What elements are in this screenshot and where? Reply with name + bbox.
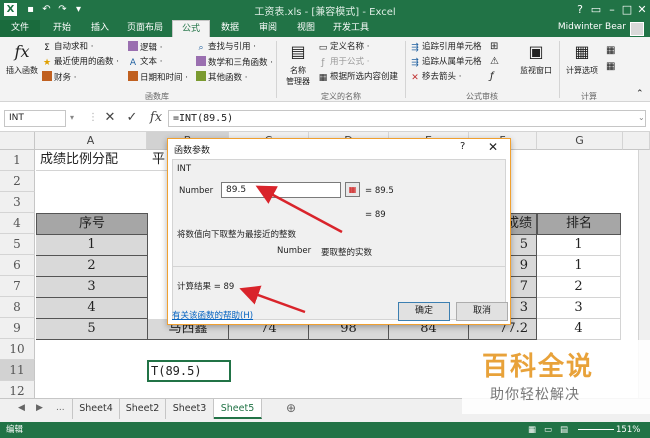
more-sheets-button[interactable]: ... — [56, 403, 65, 413]
page-layout-view-icon[interactable]: ▭ — [544, 422, 552, 438]
tab-sheet2[interactable]: Sheet2 — [120, 399, 166, 419]
zoom-level[interactable]: 151% — [616, 422, 640, 438]
annotation-arrow-input — [255, 185, 343, 234]
page-break-view-icon[interactable]: ▤ — [560, 422, 568, 438]
watermark-logo: 百科全说 助你轻松解决 — [462, 340, 650, 414]
zoom-slider[interactable] — [578, 429, 614, 430]
status-mode: 编辑 — [6, 425, 24, 435]
add-sheet-icon[interactable]: ⊕ — [286, 401, 296, 415]
scroll-tabs-left-icon[interactable]: ◀ — [18, 403, 25, 413]
tab-sheet4[interactable]: Sheet4 — [72, 399, 120, 419]
normal-view-icon[interactable]: ▦ — [528, 422, 536, 438]
status-bar: 编辑 ▦ ▭ ▤ 151% — [0, 422, 650, 438]
annotation-arrow-result — [239, 285, 306, 314]
tab-sheet3[interactable]: Sheet3 — [166, 399, 214, 419]
tab-sheet5[interactable]: Sheet5 — [214, 399, 262, 419]
scroll-tabs-right-icon[interactable]: ▶ — [36, 403, 43, 413]
